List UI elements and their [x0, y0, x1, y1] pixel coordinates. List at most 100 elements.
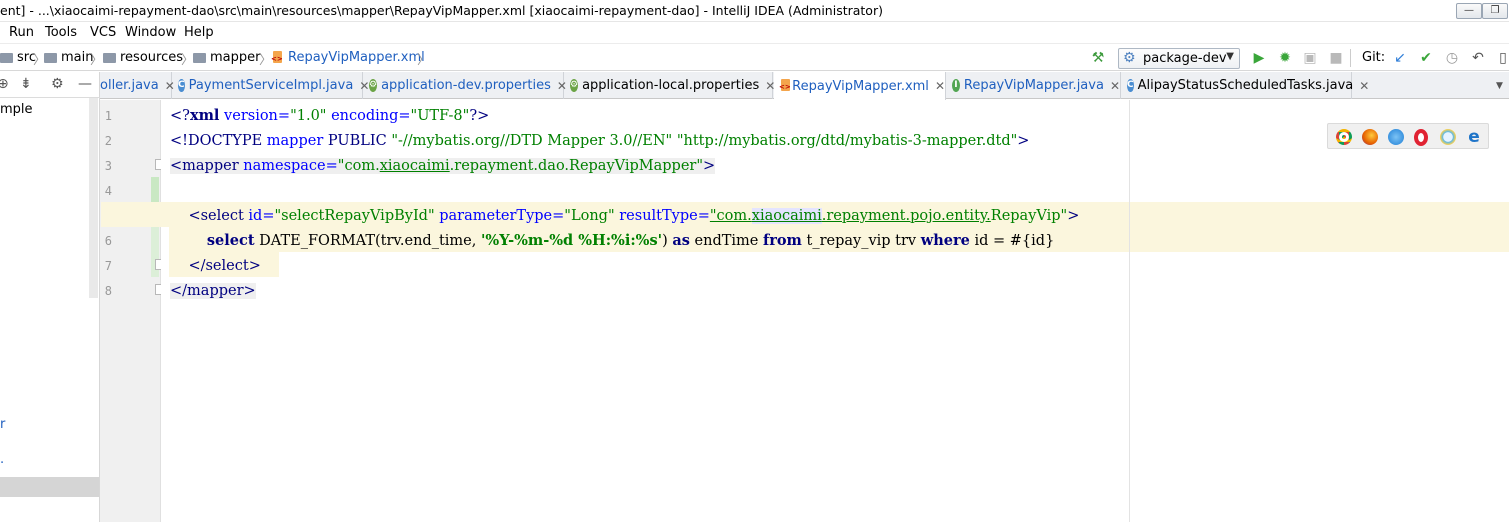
tab-payment-service-impl[interactable]: C PaymentServiceImpl.java ✕: [173, 72, 369, 99]
safari-icon[interactable]: [1388, 129, 1404, 145]
toolbar-divider: [1350, 49, 1351, 67]
gear-icon[interactable]: ⚙: [51, 76, 64, 92]
stop-icon[interactable]: ■: [1328, 50, 1344, 66]
menu-vcs[interactable]: VCS: [90, 25, 116, 40]
minimize-button[interactable]: —: [1456, 3, 1482, 19]
breadcrumb-label: RepayVipMapper.xml: [288, 50, 425, 65]
code-line-5: <select id="selectRepayVipById" paramete…: [188, 208, 1080, 224]
line-number: 8: [104, 284, 112, 298]
menu-run[interactable]: Run: [9, 25, 34, 40]
firefox-icon[interactable]: [1362, 129, 1378, 145]
menu-help[interactable]: Help: [184, 25, 214, 40]
chevron-right-icon: 〉: [90, 53, 104, 68]
tab-label: oller.java: [100, 78, 159, 93]
xml-file-icon: [779, 79, 791, 93]
restore-button[interactable]: ❐: [1482, 3, 1508, 19]
chevron-right-icon: 〉: [417, 53, 431, 68]
tab-label: application-local.properties: [582, 78, 760, 93]
code-line-6: select DATE_FORMAT(trv.end_time, '%Y-%m-…: [206, 232, 1055, 249]
close-icon[interactable]: ✕: [1359, 79, 1369, 93]
breadcrumb-label: main: [61, 50, 94, 65]
settings-icon[interactable]: ▯: [1495, 50, 1509, 66]
tab-application-dev-properties[interactable]: ⚙ application-dev.properties ✕: [364, 72, 567, 99]
change-marker[interactable]: [151, 177, 159, 202]
tree-item[interactable]: mple: [0, 102, 33, 117]
line-number: 7: [104, 259, 112, 273]
java-class-icon: C: [1127, 79, 1134, 92]
tree-item[interactable]: .: [0, 452, 4, 467]
vcs-commit-icon[interactable]: ✔: [1418, 50, 1434, 66]
java-class-icon: C: [178, 79, 185, 92]
tab-alipay-status-scheduled-tasks[interactable]: C AlipayStatusScheduledTasks.java ✕: [1122, 72, 1369, 99]
window-title: ent] - ...\xiaocaimi-repayment-dao\src\m…: [0, 3, 883, 18]
selected-tree-row[interactable]: [0, 477, 99, 497]
browser-preview-bar: e: [1327, 123, 1489, 149]
breadcrumb-src[interactable]: src: [0, 50, 36, 65]
folder-icon: [0, 52, 13, 63]
menu-bar: Run Tools VCS Window Help: [0, 22, 1509, 44]
code-line-3: <mapper namespace="com.xiaocaimi.repayme…: [170, 158, 716, 174]
properties-icon: ⚙: [369, 79, 378, 92]
target-icon[interactable]: ⊕: [0, 76, 9, 92]
folder-icon: [103, 52, 116, 63]
collapse-all-icon[interactable]: ⇟: [20, 76, 32, 92]
chrome-icon[interactable]: [1336, 129, 1352, 145]
code-line-1: <?xml version="1.0" encoding="UTF-8"?>: [170, 107, 490, 124]
tree-item[interactable]: r: [0, 417, 5, 432]
folder-icon: [193, 52, 206, 63]
project-panel-toolbar: ⊕ ⇟ ⚙ —: [0, 72, 100, 98]
debug-icon[interactable]: ✹: [1277, 50, 1293, 66]
code-line-8: </mapper>: [170, 283, 256, 299]
breadcrumb-file[interactable]: RepayVipMapper.xml: [271, 50, 425, 65]
java-interface-icon: I: [952, 79, 960, 92]
history-icon[interactable]: ◷: [1444, 50, 1460, 66]
title-bar: ent] - ...\xiaocaimi-repayment-dao\src\m…: [0, 0, 1509, 22]
project-panel: ⊕ ⇟ ⚙ — mple r .: [0, 72, 100, 522]
edge-icon[interactable]: e: [1466, 129, 1482, 146]
code-line-2: <!DOCTYPE mapper PUBLIC "-//mybatis.org/…: [170, 133, 1030, 149]
breadcrumb-resources[interactable]: resources: [103, 50, 183, 65]
line-number: 6: [104, 234, 112, 248]
xml-file-icon: [271, 50, 284, 65]
properties-icon: ⚙: [570, 79, 579, 92]
line-number: 3: [104, 159, 112, 173]
hide-panel-icon[interactable]: —: [78, 76, 92, 92]
right-margin-guide: [1129, 100, 1130, 522]
close-icon[interactable]: ✕: [1110, 79, 1120, 93]
chevron-down-icon: ▼: [1226, 51, 1234, 62]
navigation-bar: src 〉 main 〉 resources 〉 mapper 〉 RepayV…: [0, 45, 1509, 71]
run-config-label: package-dev: [1143, 51, 1227, 66]
tab-label: AlipayStatusScheduledTasks.java: [1137, 78, 1354, 93]
line-number: 1: [104, 109, 112, 123]
minimize-icon: —: [1464, 5, 1474, 16]
close-icon[interactable]: ✕: [935, 79, 945, 93]
build-hammer-icon[interactable]: ⚒: [1090, 50, 1106, 66]
menu-window[interactable]: Window: [125, 25, 176, 40]
run-icon[interactable]: ▶: [1251, 50, 1267, 66]
revert-icon[interactable]: ↶: [1470, 50, 1486, 66]
menu-tools[interactable]: Tools: [45, 25, 77, 40]
opera-icon[interactable]: [1414, 129, 1428, 146]
tab-application-local-properties[interactable]: ⚙ application-local.properties ✕: [565, 72, 775, 99]
line-number: 2: [104, 134, 112, 148]
ie-icon[interactable]: [1440, 129, 1456, 145]
editor-tabs: oller.java ✕ C PaymentServiceImpl.java ✕…: [100, 72, 1509, 100]
code-line-7: </select>: [188, 258, 261, 274]
vcs-update-icon[interactable]: ↙: [1392, 50, 1408, 66]
breadcrumb-mapper[interactable]: mapper: [193, 50, 260, 65]
restore-icon: ❐: [1490, 5, 1500, 16]
coverage-icon[interactable]: ▣: [1302, 50, 1318, 66]
editor-gutter: 1 2 3 4 5 6 7 8: [100, 100, 165, 522]
tab-repay-vip-mapper-java[interactable]: I RepayVipMapper.java ✕: [947, 72, 1121, 99]
run-configuration-dropdown[interactable]: ⚙ package-dev ▼: [1118, 48, 1240, 69]
breadcrumb-main[interactable]: main: [44, 50, 93, 65]
git-label: Git:: [1362, 50, 1386, 65]
tab-label: PaymentServiceImpl.java: [188, 78, 354, 93]
code-editor[interactable]: <?xml version="1.0" encoding="UTF-8"?> <…: [101, 100, 1509, 522]
tab-controller[interactable]: oller.java ✕: [100, 72, 175, 99]
breadcrumb-label: mapper: [210, 50, 261, 65]
tab-repay-vip-mapper-xml[interactable]: RepayVipMapper.xml ✕: [774, 72, 946, 100]
tab-overflow-icon[interactable]: ▼: [1496, 72, 1509, 99]
scrollbar[interactable]: [89, 98, 98, 298]
gear-icon: ⚙: [1123, 50, 1136, 66]
